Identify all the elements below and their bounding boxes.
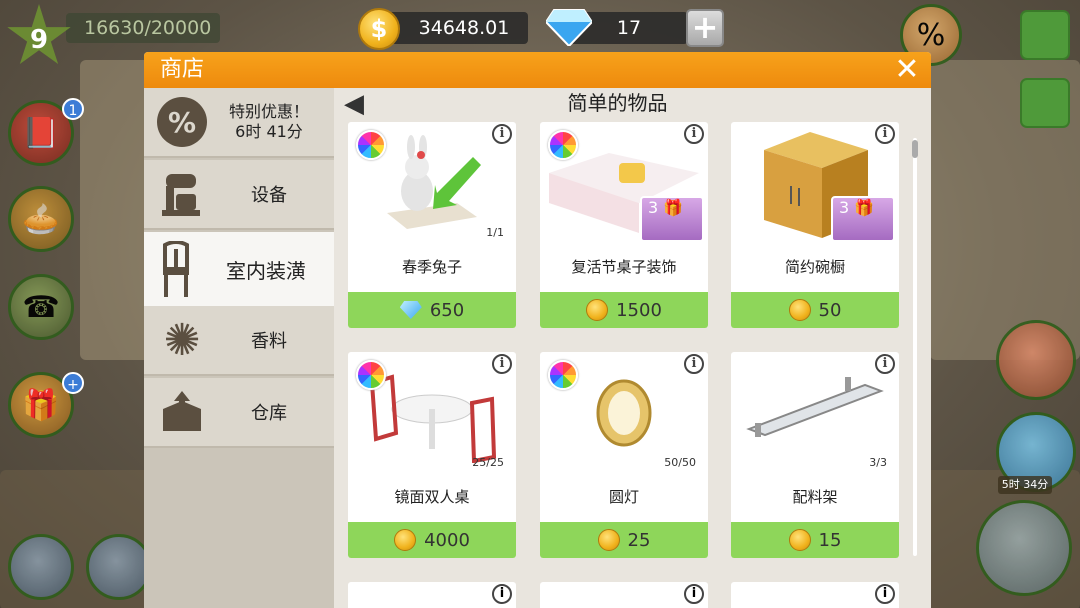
item-price: 650 xyxy=(429,299,465,321)
item-card[interactable]: i xyxy=(348,582,516,608)
buy-button[interactable]: 50 xyxy=(731,292,899,328)
percent-icon: % xyxy=(152,92,212,152)
item-card[interactable]: i 3 🎁 复活节桌子装饰 1500 xyxy=(540,122,708,328)
item-price: 50 xyxy=(818,299,842,321)
shop-modal: 商店 ✕ % 特别优惠！ 6时 41分 设备 室内装潢 ✺ 香料 仓库 ◀ 简单… xyxy=(144,52,931,608)
menu-list-icon[interactable] xyxy=(1020,10,1070,60)
buy-button[interactable]: 25 xyxy=(540,522,708,558)
color-variant-icon xyxy=(356,360,386,390)
info-icon[interactable]: i xyxy=(492,354,512,374)
special-offer-timer: 6时 41分 xyxy=(235,122,303,141)
gem-icon xyxy=(546,9,592,46)
coin-icon xyxy=(788,529,811,551)
box-icon xyxy=(152,382,212,442)
scrollbar-thumb[interactable] xyxy=(912,140,918,158)
stock-count: 50/50 xyxy=(664,456,696,469)
item-name: 春季兔子 xyxy=(401,258,462,276)
level-star-icon[interactable]: 9 xyxy=(7,4,71,65)
stock-count: 3/3 xyxy=(869,456,887,469)
shop-title: 商店 xyxy=(160,57,205,82)
item-card[interactable]: i 3/3 配料架 15 xyxy=(731,352,899,558)
scrollbar-track[interactable] xyxy=(913,138,917,556)
buy-button[interactable]: 1500 xyxy=(540,292,708,328)
notification-badge: 1 xyxy=(62,98,84,120)
category-special-offer[interactable]: % 特别优惠！ 6时 41分 xyxy=(144,88,334,158)
category-label: 香料 xyxy=(251,331,287,352)
coin-balance: 34648.01 xyxy=(380,12,528,44)
level-number: 9 xyxy=(29,25,49,55)
item-card[interactable]: i xyxy=(540,582,708,608)
item-price: 25 xyxy=(627,529,651,551)
buy-button[interactable]: 4000 xyxy=(348,522,516,558)
category-label: 仓库 xyxy=(251,403,287,424)
info-icon[interactable]: i xyxy=(875,584,895,604)
item-card[interactable]: i 1/1 春季兔子 650 xyxy=(348,122,516,328)
festival-map-icon[interactable] xyxy=(996,320,1076,400)
close-button[interactable]: ✕ xyxy=(891,54,923,86)
coin-icon: $ xyxy=(358,8,400,50)
gamepad-icon[interactable] xyxy=(1020,78,1070,128)
item-card[interactable]: i 25/25 镜面双人桌 4000 xyxy=(348,352,516,558)
category-sidebar: % 特别优惠！ 6时 41分 设备 室内装潢 ✺ 香料 仓库 xyxy=(144,88,334,608)
item-name: 镜面双人桌 xyxy=(394,488,470,506)
xp-progress: 16630/20000 xyxy=(66,13,220,43)
items-panel: ◀ 简单的物品 i 1/1 春季兔子 650 i 3 🎁 复活节桌子装饰 150… xyxy=(334,88,931,608)
category-spices[interactable]: ✺ 香料 xyxy=(144,306,334,376)
category-label: 室内装潢 xyxy=(226,258,306,283)
section-title: 简单的物品 xyxy=(567,91,668,115)
info-icon[interactable]: i xyxy=(492,584,512,604)
stock-count: 25/25 xyxy=(472,456,504,469)
item-name: 简约碗橱 xyxy=(784,258,845,276)
phone-button[interactable]: ☎ xyxy=(8,274,74,340)
special-offer-label: 特别优惠！ xyxy=(228,102,309,121)
info-icon[interactable]: i xyxy=(875,354,895,374)
item-name: 配料架 xyxy=(792,488,838,506)
item-name: 复活节桌子装饰 xyxy=(571,258,677,276)
gift-count: 3 xyxy=(648,198,659,217)
item-card[interactable]: i xyxy=(731,582,899,608)
color-variant-icon xyxy=(548,360,578,390)
ingredients-button[interactable]: 🥧 xyxy=(8,186,74,252)
chair-icon xyxy=(146,239,206,299)
cash-register-icon[interactable] xyxy=(976,500,1072,596)
add-currency-button[interactable]: + xyxy=(686,9,724,47)
order-timer: 5时 34分 xyxy=(998,476,1052,494)
coin-icon xyxy=(788,299,811,321)
gem-icon xyxy=(399,301,422,319)
info-icon[interactable]: i xyxy=(684,584,704,604)
mixer-icon xyxy=(152,164,212,224)
cinnamon-ingredient-icon[interactable] xyxy=(8,534,74,600)
color-variant-icon xyxy=(548,130,578,160)
category-storage[interactable]: 仓库 xyxy=(144,378,334,448)
stock-count: 1/1 xyxy=(486,226,504,239)
gift-plus-badge: + xyxy=(62,372,84,394)
category-label: 设备 xyxy=(251,185,287,206)
coin-icon xyxy=(597,529,620,551)
coin-icon xyxy=(394,529,417,551)
info-icon[interactable]: i xyxy=(684,124,704,144)
buy-button[interactable]: 650 xyxy=(348,292,516,328)
color-variant-icon xyxy=(356,130,386,160)
category-interior-decor[interactable]: 室内装潢 xyxy=(144,232,334,306)
info-icon[interactable]: i xyxy=(684,354,704,374)
coin-icon xyxy=(586,299,609,321)
info-icon[interactable]: i xyxy=(875,124,895,144)
info-icon[interactable]: i xyxy=(492,124,512,144)
buy-button[interactable]: 15 xyxy=(731,522,899,558)
gift-box-badge: 3 🎁 xyxy=(831,196,895,242)
item-name: 圆灯 xyxy=(608,488,639,506)
category-equipment[interactable]: 设备 xyxy=(144,160,334,230)
background-wall xyxy=(80,60,150,360)
gift-box-badge: 3 🎁 xyxy=(640,196,704,242)
item-card[interactable]: i 3 🎁 简约碗橱 50 xyxy=(731,122,899,328)
item-price: 4000 xyxy=(424,529,470,551)
item-card[interactable]: i 50/50 圆灯 25 xyxy=(540,352,708,558)
coffee-ingredient-icon[interactable] xyxy=(86,534,152,600)
gift-count: 3 xyxy=(839,198,850,217)
shop-header: 商店 ✕ xyxy=(144,52,931,88)
item-price: 1500 xyxy=(616,299,662,321)
star-anise-icon: ✺ xyxy=(163,314,201,366)
item-price: 15 xyxy=(818,529,842,551)
